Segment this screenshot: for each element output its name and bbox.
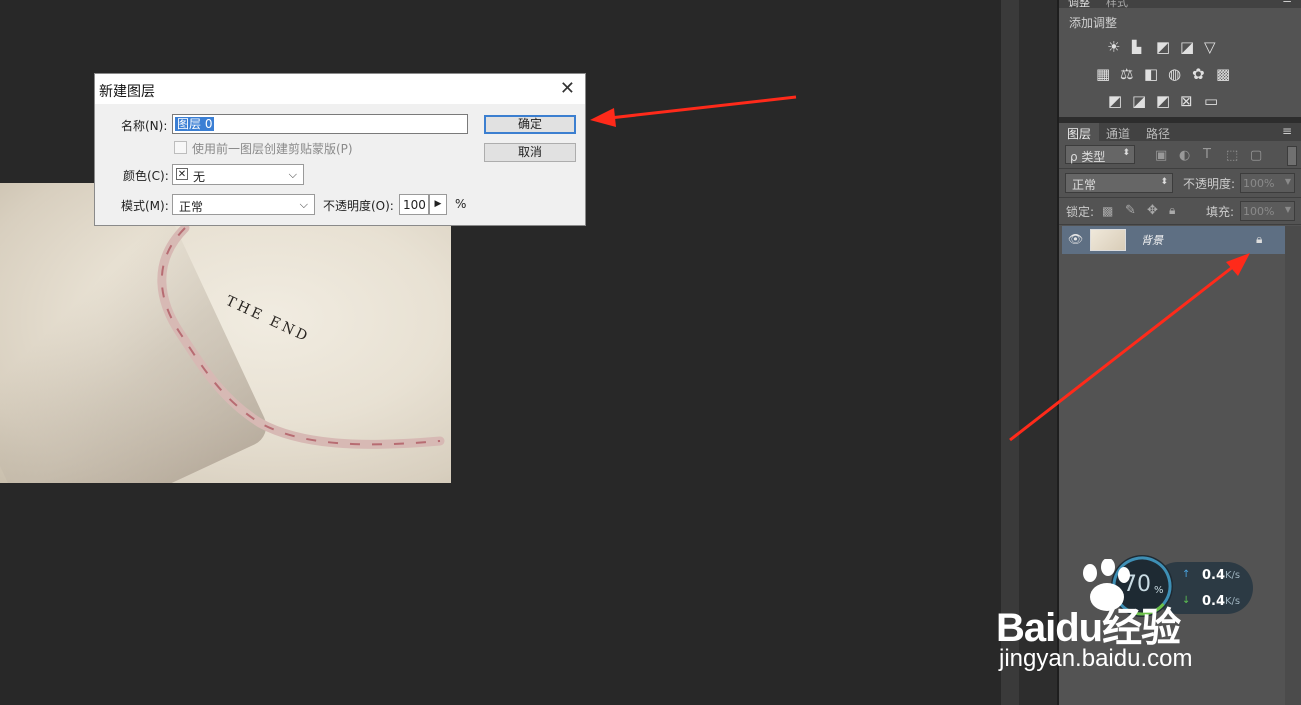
annotation-arrows: [590, 95, 1250, 442]
arrowhead-icon: [1226, 253, 1250, 276]
arrow-to-layer-lock: [1009, 264, 1235, 442]
arrow-to-ok-button: [609, 95, 797, 120]
arrowhead-icon: [590, 108, 616, 127]
